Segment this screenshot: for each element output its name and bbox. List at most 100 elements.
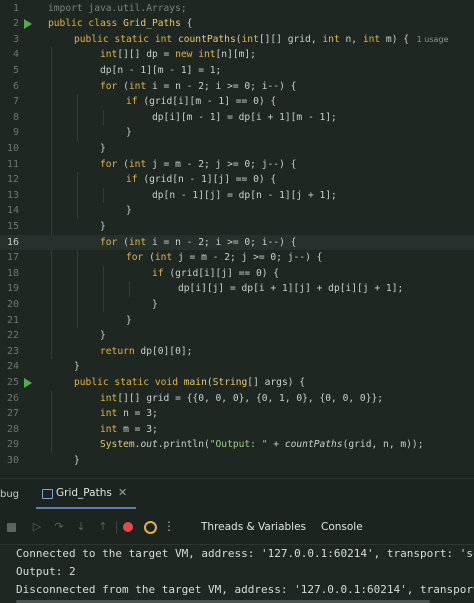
code-line[interactable]: 28 int m = 3; xyxy=(0,422,474,438)
code-line[interactable]: 11 for (int j = m - 2; j >= 0; j--) { xyxy=(0,157,474,173)
line-number: 6 xyxy=(12,80,19,92)
line-number: 14 xyxy=(6,205,19,217)
debug-tool-window-label: bug xyxy=(0,489,20,500)
code-text: } xyxy=(74,454,80,466)
mute-breakpoints-icon[interactable] xyxy=(144,521,157,534)
code-line[interactable]: 2 public class Grid_Paths { xyxy=(0,16,474,32)
code-text: dp[n - 1][j] = dp[n - 1][j + 1]; xyxy=(152,189,337,201)
code-line[interactable]: 19 dp[i][j] = dp[i + 1][j] + dp[i][j + 1]… xyxy=(0,281,474,297)
code-line[interactable]: 21} xyxy=(0,313,474,329)
code-editor[interactable]: 1 import java.util.Arrays; 2 public class G… xyxy=(0,0,474,478)
code-line[interactable]: 20} xyxy=(0,297,474,313)
code-line[interactable]: 25 public static void main(String[] args)… xyxy=(0,375,474,391)
run-configuration-tab[interactable]: Grid_Paths ✕ xyxy=(36,479,136,509)
more-icon[interactable]: ⋮ xyxy=(162,519,176,533)
line-number: 28 xyxy=(6,423,19,435)
code-text: for (int j = m - 2; j >= 0; j--) { xyxy=(126,252,323,264)
active-tab-indicator xyxy=(36,507,136,509)
line-number: 23 xyxy=(6,345,19,357)
code-line[interactable]: 10} xyxy=(0,141,474,157)
code-text: } xyxy=(74,361,80,373)
run-gutter-icon[interactable] xyxy=(24,377,32,388)
code-line[interactable]: 29 System.out.println("Output: " + countP… xyxy=(0,437,474,453)
code-line[interactable]: 24} xyxy=(0,359,474,375)
code-line[interactable]: 3 public static int countPaths(int[][] gr… xyxy=(0,32,474,48)
line-number: 3 xyxy=(12,33,19,45)
line-number: 11 xyxy=(6,158,19,170)
line-number: 4 xyxy=(12,49,19,61)
line-number: 30 xyxy=(6,454,19,466)
console-output[interactable]: Connected to the target VM, address: '12… xyxy=(0,545,474,603)
code-line[interactable]: 8 dp[i][m - 1] = dp[i + 1][m - 1]; xyxy=(0,110,474,126)
debug-tool-window-header: bug Grid_Paths ✕ xyxy=(0,478,474,511)
code-text: } xyxy=(100,220,106,232)
line-number: 19 xyxy=(6,283,19,295)
resume-icon[interactable]: ▷ xyxy=(30,520,44,534)
code-line[interactable]: 7 if (grid[i][m - 1] == 0) { xyxy=(0,94,474,110)
line-number: 26 xyxy=(6,392,19,404)
code-line[interactable]: 16 for (int i = n - 2; i >= 0; i--) { xyxy=(0,234,474,251)
run-tab-label: Grid_Paths xyxy=(56,487,112,499)
tab-threads-variables[interactable]: Threads & Variables xyxy=(201,521,306,533)
code-line[interactable]: 12 if (grid[n - 1][j] == 0) { xyxy=(0,172,474,188)
line-number: 22 xyxy=(6,330,19,342)
code-text: } xyxy=(100,330,106,342)
step-over-icon[interactable]: ↷ xyxy=(52,520,66,534)
code-text: for (int j = m - 2; j >= 0; j--) { xyxy=(100,158,297,170)
code-text: } xyxy=(126,314,132,326)
code-line[interactable]: 30} xyxy=(0,453,474,469)
code-line[interactable]: 6 for (int i = n - 2; i >= 0; i--) { xyxy=(0,79,474,95)
code-line[interactable]: 9} xyxy=(0,125,474,141)
code-text: dp[n - 1][m - 1] = 1; xyxy=(100,64,222,76)
code-text: public static void main(String[] args) { xyxy=(74,376,306,388)
usage-hint[interactable]: 1 usage xyxy=(409,35,449,44)
line-number: 9 xyxy=(12,127,19,139)
code-line[interactable]: 17 for (int j = m - 2; j >= 0; j--) { xyxy=(0,250,474,266)
line-number: 13 xyxy=(6,189,19,201)
code-text: public static int countPaths(int[][] gri… xyxy=(74,33,449,45)
line-number: 18 xyxy=(6,267,19,279)
line-number: 21 xyxy=(6,314,19,326)
line-number: 29 xyxy=(6,439,19,451)
line-number: 7 xyxy=(12,96,19,108)
code-line[interactable]: 1 import java.util.Arrays; xyxy=(0,1,474,17)
debug-toolbar: ▷ ↷ ↓ ↑ ⋮ Threads & Variables Console xyxy=(0,511,474,545)
line-number: 24 xyxy=(6,361,19,373)
console-line: Disconnected from the target VM, address… xyxy=(16,583,474,596)
code-line[interactable]: 26 int[][] grid = {{0, 0, 0}, {0, 1, 0}, … xyxy=(0,391,474,407)
tab-console[interactable]: Console xyxy=(321,521,363,533)
code-line[interactable]: 4 int[][] dp = new int[n][m]; xyxy=(0,47,474,63)
run-gutter-icon[interactable] xyxy=(24,19,32,30)
line-number: 25 xyxy=(6,376,19,388)
step-out-icon[interactable]: ↑ xyxy=(96,520,110,534)
line-number: 8 xyxy=(12,111,19,123)
code-text: if (grid[n - 1][j] == 0) { xyxy=(126,174,277,186)
code-line[interactable]: 27 int n = 3; xyxy=(0,406,474,422)
console-line: Connected to the target VM, address: '12… xyxy=(16,547,474,560)
code-text: dp[i][m - 1] = dp[i + 1][m - 1]; xyxy=(152,111,337,123)
code-text: public class Grid_Paths { xyxy=(48,18,193,30)
code-line[interactable]: 15} xyxy=(0,219,474,235)
code-text: int[][] grid = {{0, 0, 0}, {0, 1, 0}, {0… xyxy=(100,392,384,404)
code-text: int m = 3; xyxy=(100,423,158,435)
code-line[interactable]: 18 if (grid[i][j] == 0) { xyxy=(0,266,474,282)
code-text: System.out.println("Output: " + countPat… xyxy=(100,439,424,451)
line-number: 20 xyxy=(6,298,19,310)
line-number: 12 xyxy=(6,174,19,186)
code-line[interactable]: 5 dp[n - 1][m - 1] = 1; xyxy=(0,63,474,79)
code-text: if (grid[i][j] == 0) { xyxy=(152,267,280,279)
code-text: import java.util.Arrays; xyxy=(48,2,187,14)
stop-icon[interactable] xyxy=(7,523,16,532)
code-line[interactable]: 22} xyxy=(0,328,474,344)
close-tab-icon[interactable]: ✕ xyxy=(118,486,127,499)
view-breakpoints-icon[interactable] xyxy=(123,522,133,532)
line-number: 17 xyxy=(6,252,19,264)
line-number: 10 xyxy=(6,142,19,154)
step-into-icon[interactable]: ↓ xyxy=(74,520,88,534)
code-line[interactable]: 23 return dp[0][0]; xyxy=(0,344,474,360)
code-line[interactable]: 14} xyxy=(0,203,474,219)
line-number: 1 xyxy=(12,2,19,14)
code-text: dp[i][j] = dp[i + 1][j] + dp[i][j + 1]; xyxy=(178,283,404,295)
code-text: } xyxy=(152,298,158,310)
code-line[interactable]: 13 dp[n - 1][j] = dp[n - 1][j + 1]; xyxy=(0,188,474,204)
